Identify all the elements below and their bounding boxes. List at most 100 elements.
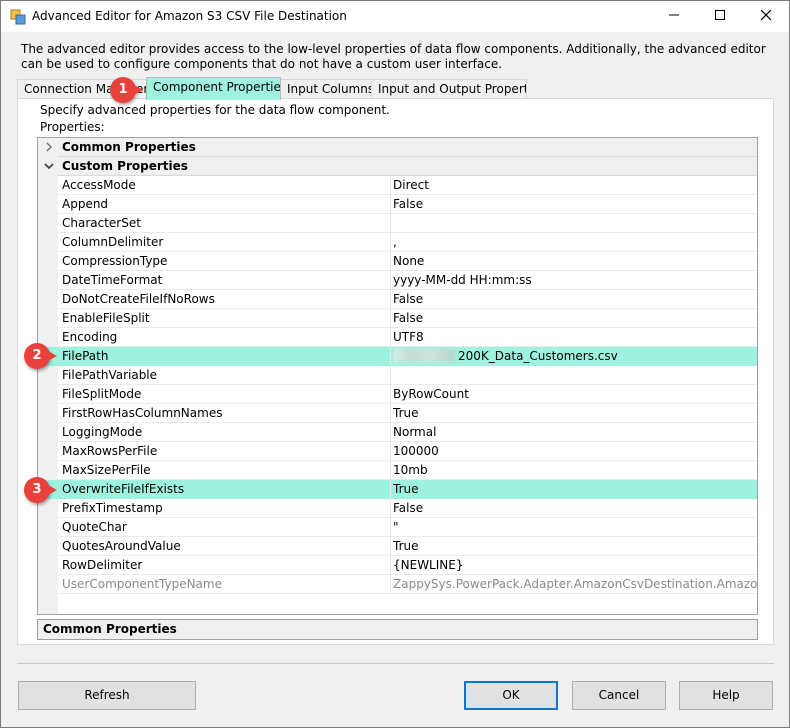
property-row[interactable]: FileSplitMode ByRowCount [38, 385, 757, 404]
property-value[interactable]: False [393, 499, 757, 518]
category-common-properties[interactable]: Common Properties [38, 138, 757, 157]
property-value[interactable]: True [393, 404, 757, 423]
property-name: DateTimeFormat [62, 273, 163, 287]
column-separator [390, 461, 391, 480]
column-separator [390, 556, 391, 575]
property-value[interactable]: 200K_Data_Customers.csv [393, 347, 757, 366]
property-row[interactable]: QuotesAroundValue True [38, 537, 757, 556]
help-button[interactable]: Help [679, 681, 773, 710]
property-row[interactable]: FilePathVariable [38, 366, 757, 385]
property-row[interactable]: FilePath 200K_Data_Customers.csv [38, 347, 757, 366]
property-value[interactable]: , [393, 233, 757, 252]
tab-component-properties[interactable]: Component Properties [146, 77, 281, 100]
property-value[interactable]: 10mb [393, 461, 757, 480]
ok-button[interactable]: OK [464, 681, 558, 710]
minimize-button[interactable] [651, 1, 697, 32]
property-row[interactable]: QuoteChar " [38, 518, 757, 537]
property-name: MaxSizePerFile [62, 463, 151, 477]
chevron-down-icon[interactable] [43, 160, 55, 172]
property-value[interactable]: False [393, 290, 757, 309]
category-custom-properties[interactable]: Custom Properties [38, 157, 757, 176]
close-icon [760, 9, 772, 24]
property-row[interactable]: MaxSizePerFile 10mb [38, 461, 757, 480]
property-name: UserComponentTypeName [62, 577, 222, 591]
column-separator [390, 290, 391, 309]
property-name: EnableFileSplit [62, 311, 150, 325]
column-separator [390, 499, 391, 518]
property-row[interactable]: CharacterSet [38, 214, 757, 233]
property-value[interactable]: False [393, 195, 757, 214]
property-value[interactable]: False [393, 309, 757, 328]
refresh-button[interactable]: Refresh [18, 681, 196, 710]
step-badge-3: 3 [24, 477, 57, 503]
property-row[interactable]: DoNotCreateFileIfNoRows False [38, 290, 757, 309]
property-value[interactable] [393, 366, 757, 385]
property-row[interactable]: UserComponentTypeName ZappySys.PowerPack.… [38, 575, 757, 594]
chevron-right-icon[interactable] [43, 141, 55, 153]
property-value[interactable]: Direct [393, 176, 757, 195]
property-row[interactable]: DateTimeFormat yyyy-MM-dd HH:mm:ss [38, 271, 757, 290]
panel-hint: Specify advanced properties for the data… [40, 103, 390, 117]
window-title: Advanced Editor for Amazon S3 CSV File D… [32, 9, 347, 23]
column-separator [390, 518, 391, 537]
tab-input-columns[interactable]: Input Columns [280, 79, 372, 99]
step-badge-1: 1 [110, 77, 143, 103]
column-separator [390, 404, 391, 423]
property-row[interactable]: RowDelimiter {NEWLINE} [38, 556, 757, 575]
column-separator [390, 214, 391, 233]
property-value: ZappySys.PowerPack.Adapter.AmazonCsvDest… [393, 577, 757, 591]
maximize-icon [714, 9, 726, 24]
property-value[interactable] [393, 214, 757, 233]
property-row[interactable]: CompressionType None [38, 252, 757, 271]
property-value[interactable]: True [393, 537, 757, 556]
property-name: Append [62, 197, 109, 211]
property-row[interactable]: FirstRowHasColumnNames True [38, 404, 757, 423]
column-separator [390, 537, 391, 556]
property-value[interactable]: True [393, 480, 757, 499]
property-value[interactable]: ByRowCount [393, 385, 757, 404]
property-row[interactable]: EnableFileSplit False [38, 309, 757, 328]
property-row[interactable]: OverwriteFileIfExists True [38, 480, 757, 499]
property-description: Common Properties [37, 619, 758, 640]
property-value[interactable]: Normal [393, 423, 757, 442]
property-name: DoNotCreateFileIfNoRows [62, 292, 215, 306]
tab-input-output-properties[interactable]: Input and Output Properties [371, 79, 527, 99]
property-name: CharacterSet [62, 216, 141, 230]
property-name: RowDelimiter [62, 558, 143, 572]
property-row[interactable]: MaxRowsPerFile 100000 [38, 442, 757, 461]
property-row[interactable]: Encoding UTF8 [38, 328, 757, 347]
column-separator [390, 195, 391, 214]
property-row[interactable]: PrefixTimestamp False [38, 499, 757, 518]
property-value[interactable]: UTF8 [393, 328, 757, 347]
properties-label: Properties: [40, 120, 105, 134]
property-value[interactable]: yyyy-MM-dd HH:mm:ss [393, 271, 757, 290]
property-row[interactable]: LoggingMode Normal [38, 423, 757, 442]
property-name: Encoding [62, 330, 118, 344]
close-button[interactable] [743, 1, 789, 32]
cancel-button[interactable]: Cancel [572, 681, 666, 710]
property-grid[interactable]: Common Properties Custom Properties Access… [37, 137, 758, 615]
minimize-icon [668, 9, 680, 24]
property-row[interactable]: Append False [38, 195, 757, 214]
property-name: FilePathVariable [62, 368, 158, 382]
property-value[interactable]: " [393, 518, 757, 537]
property-name: OverwriteFileIfExists [62, 482, 185, 496]
property-row[interactable]: AccessMode Direct [38, 176, 757, 195]
category-label: Common Properties [62, 140, 196, 154]
maximize-button[interactable] [697, 1, 743, 32]
property-name: FileSplitMode [62, 387, 142, 401]
property-value[interactable]: 100000 [393, 442, 757, 461]
column-separator [390, 233, 391, 252]
column-separator [390, 366, 391, 385]
component-properties-panel: Specify advanced properties for the data… [17, 98, 774, 645]
file-name-text: 200K_Data_Customers.csv [458, 349, 618, 363]
property-value[interactable]: {NEWLINE} [393, 556, 757, 575]
property-name: PrefixTimestamp [62, 501, 163, 515]
column-separator [390, 328, 391, 347]
column-separator [390, 309, 391, 328]
property-row[interactable]: ColumnDelimiter, [38, 233, 757, 252]
editor-description: The advanced editor provides access to t… [21, 42, 766, 71]
step-badge-2: 2 [24, 343, 57, 369]
property-value[interactable]: None [393, 252, 757, 271]
column-separator [390, 176, 391, 195]
